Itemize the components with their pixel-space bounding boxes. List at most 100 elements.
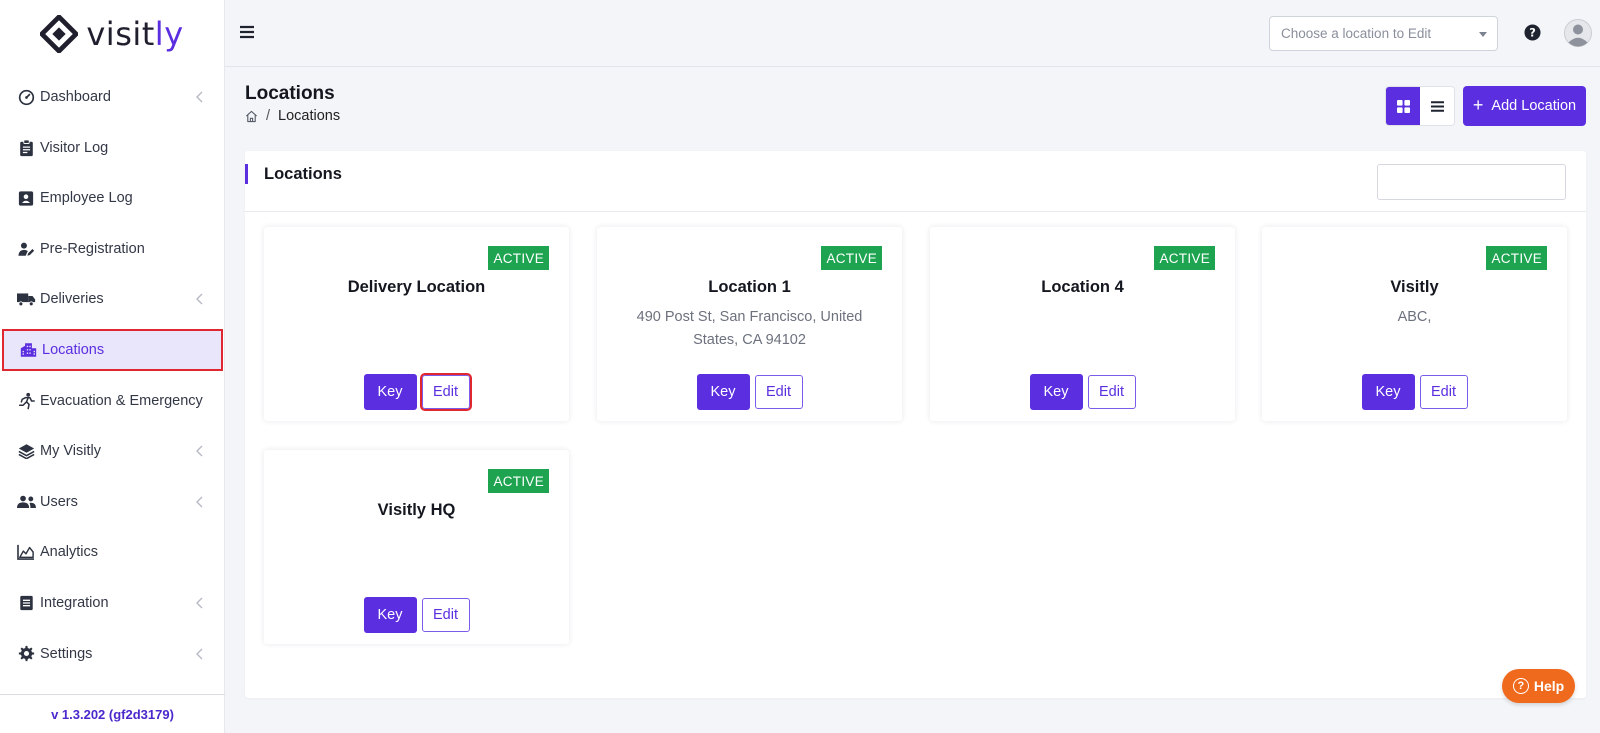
chevron-left-icon xyxy=(196,496,203,508)
help-question-icon: ? xyxy=(1512,678,1529,694)
breadcrumb-separator: / xyxy=(266,108,271,124)
sidebar-item-settings[interactable]: Settings xyxy=(0,633,225,675)
help-button[interactable]: ? Help xyxy=(1502,669,1575,703)
location-card: ACTIVE Location 1 490 Post St, San Franc… xyxy=(597,227,902,421)
location-card: ACTIVE Delivery Location Key Edit xyxy=(264,227,569,421)
hamburger-menu-icon[interactable] xyxy=(239,25,255,39)
chevron-left-icon xyxy=(196,445,203,457)
key-button[interactable]: Key xyxy=(1361,374,1415,410)
edit-button[interactable]: Edit xyxy=(421,598,470,632)
sidebar-item-label: Users xyxy=(40,493,78,510)
sidebar-item-employee-log[interactable]: Employee Log xyxy=(0,177,225,219)
status-badge: ACTIVE xyxy=(821,246,882,270)
key-button[interactable]: Key xyxy=(363,597,417,633)
grid-icon xyxy=(1396,99,1410,113)
sidebar-item-pre-registration[interactable]: Pre-Registration xyxy=(0,228,225,270)
sidebar-item-label: Settings xyxy=(40,645,93,662)
sidebar-item-integration[interactable]: Integration xyxy=(0,582,225,624)
topbar: Choose a location to Edit ? xyxy=(225,0,1600,67)
chevron-left-icon xyxy=(196,597,203,609)
key-button[interactable]: Key xyxy=(1029,374,1083,410)
sidebar-item-dashboard[interactable]: Dashboard xyxy=(0,76,225,118)
location-name: Visitly xyxy=(1390,278,1439,296)
sidebar-item-my-visitly[interactable]: My Visitly xyxy=(0,430,225,472)
add-location-button[interactable]: + Add Location xyxy=(1463,86,1586,126)
location-address: 490 Post St, San Francisco, United State… xyxy=(636,309,863,348)
panel-title: Locations xyxy=(264,165,342,183)
sidebar-item-visitor-log[interactable]: Visitor Log xyxy=(0,127,225,169)
chevron-left-icon xyxy=(196,293,203,305)
card-actions: Key Edit xyxy=(1262,374,1567,410)
chevron-left-icon xyxy=(196,91,203,103)
card-actions: Key Edit xyxy=(264,597,569,633)
layers-icon xyxy=(16,441,36,461)
card-actions: Key Edit xyxy=(930,374,1235,410)
building-icon xyxy=(18,340,38,360)
sidebar-item-analytics[interactable]: Analytics xyxy=(0,531,225,573)
sidebar: visitly Dashboard Visitor Log Employee L… xyxy=(0,0,225,733)
status-badge: ACTIVE xyxy=(488,246,549,270)
sidebar-item-label: Locations xyxy=(42,341,105,358)
plus-icon: + xyxy=(1472,95,1484,115)
logo[interactable]: visitly xyxy=(0,0,224,67)
sidebar-item-locations[interactable]: Locations xyxy=(2,328,223,371)
list-icon xyxy=(1430,100,1444,112)
status-badge: ACTIVE xyxy=(1154,246,1215,270)
page-title: Locations xyxy=(245,83,335,104)
chart-area-icon xyxy=(16,542,36,562)
user-avatar-icon[interactable] xyxy=(1564,19,1592,47)
sidebar-item-label: Pre-Registration xyxy=(40,240,145,257)
badge-icon xyxy=(16,188,36,208)
edit-button[interactable]: Edit xyxy=(1087,375,1136,409)
sidebar-item-label: Employee Log xyxy=(40,190,133,207)
edit-button[interactable]: Edit xyxy=(1419,375,1468,409)
locations-panel: Locations ACTIVE Delivery Location Key E… xyxy=(245,151,1586,698)
location-select-placeholder: Choose a location to Edit xyxy=(1281,26,1432,41)
caret-down-icon xyxy=(1479,32,1487,37)
sidebar-item-deliveries[interactable]: Deliveries xyxy=(0,278,225,320)
logo-mark-icon xyxy=(40,14,79,53)
gear-icon xyxy=(16,644,36,664)
sidebar-item-label: Analytics xyxy=(40,544,99,561)
list-box-icon xyxy=(16,593,36,613)
sidebar-item-label: My Visitly xyxy=(40,443,101,460)
running-person-icon xyxy=(16,391,36,411)
status-badge: ACTIVE xyxy=(1486,246,1547,270)
clipboard-icon xyxy=(16,138,36,158)
key-button[interactable]: Key xyxy=(696,374,750,410)
edit-button[interactable]: Edit xyxy=(419,373,472,411)
location-card: ACTIVE Location 4 Key Edit xyxy=(930,227,1235,421)
search-input[interactable] xyxy=(1377,164,1566,200)
sidebar-item-label: Dashboard xyxy=(40,89,111,105)
sidebar-item-evacuation-emergency[interactable]: Evacuation & Emergency xyxy=(0,380,225,422)
svg-text:?: ? xyxy=(1529,25,1536,39)
sidebar-item-label: Visitor Log xyxy=(40,139,109,156)
breadcrumb: / Locations xyxy=(245,108,340,124)
sidebar-nav: Dashboard Visitor Log Employee Log Pre-R… xyxy=(0,76,225,683)
help-label: Help xyxy=(1533,678,1565,694)
card-actions: Key Edit xyxy=(264,373,569,411)
chevron-left-icon xyxy=(196,648,203,660)
home-icon[interactable] xyxy=(245,110,258,123)
location-card: ACTIVE Visitly ABC, Key Edit xyxy=(1262,227,1567,421)
view-toggle xyxy=(1385,86,1455,126)
panel-header: Locations xyxy=(245,151,1586,212)
app-version: v 1.3.202 (gf2d3179) xyxy=(0,694,225,733)
location-select[interactable]: Choose a location to Edit xyxy=(1269,16,1498,51)
grid-view-button[interactable] xyxy=(1386,87,1420,125)
sidebar-item-label: Evacuation & Emergency xyxy=(40,392,203,409)
location-address: ABC, xyxy=(1397,309,1432,325)
key-button[interactable]: Key xyxy=(363,374,417,410)
location-name: Delivery Location xyxy=(347,278,486,296)
list-view-button[interactable] xyxy=(1420,87,1454,125)
edit-button[interactable]: Edit xyxy=(754,375,803,409)
help-circle-icon[interactable]: ? xyxy=(1524,24,1541,41)
location-name: Location 1 xyxy=(708,278,791,296)
truck-icon xyxy=(16,289,36,309)
location-name: Location 4 xyxy=(1041,278,1124,296)
sidebar-item-users[interactable]: Users xyxy=(0,481,225,523)
logo-text: visitly xyxy=(86,14,184,53)
status-badge: ACTIVE xyxy=(488,469,549,493)
sidebar-item-label: Integration xyxy=(40,594,109,611)
user-pen-icon xyxy=(16,239,36,259)
